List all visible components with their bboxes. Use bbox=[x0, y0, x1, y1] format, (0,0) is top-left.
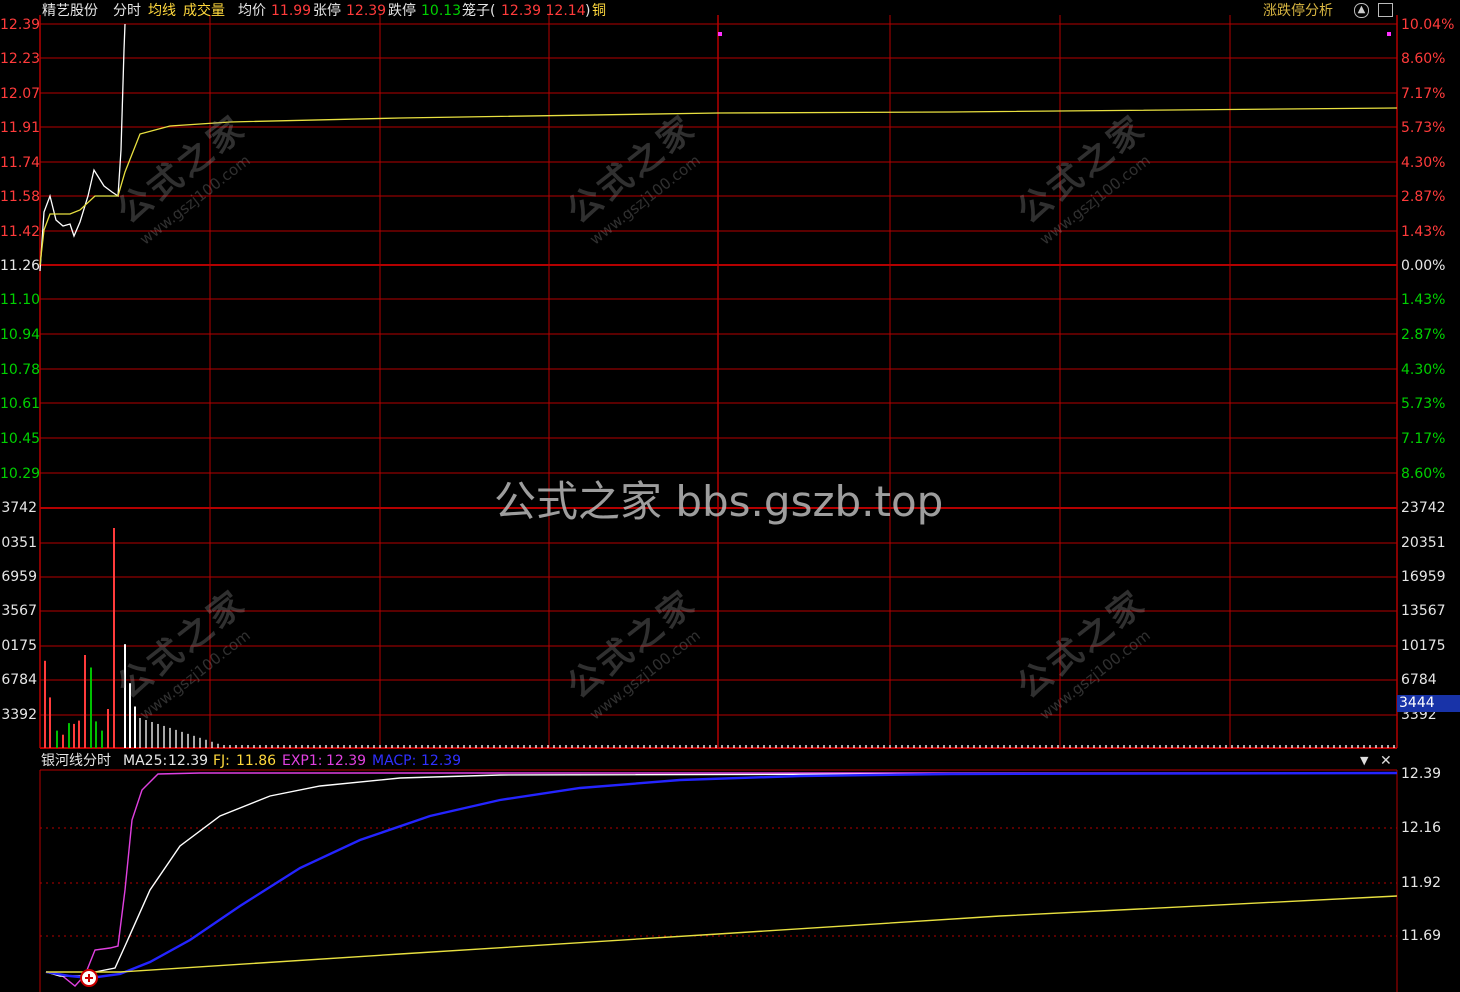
axis-label: 2.87% bbox=[1401, 327, 1446, 343]
cage-label: 笼子( bbox=[462, 3, 496, 19]
axis-label: 11.42 bbox=[0, 224, 41, 240]
axis-label: 4.30% bbox=[1401, 155, 1446, 171]
axis-label: 10.29 bbox=[0, 466, 41, 482]
window-icon[interactable] bbox=[1378, 3, 1393, 17]
avg-value: 11.99 bbox=[271, 3, 312, 19]
down-limit-label: 跌停 bbox=[388, 3, 416, 19]
ma25-value: 12.39 bbox=[168, 753, 209, 769]
start-marker bbox=[80, 969, 98, 987]
axis-label: 3742 bbox=[1, 500, 37, 516]
marker-dot bbox=[1387, 32, 1391, 36]
axis-label: 6784 bbox=[1, 672, 37, 688]
close-icon[interactable]: ✕ bbox=[1380, 752, 1392, 770]
axis-label: 5.73% bbox=[1401, 396, 1446, 412]
center-watermark: 公式之家 bbs.gszb.top bbox=[494, 477, 944, 526]
expand-icon[interactable]: ▲ bbox=[1354, 3, 1369, 18]
axis-label: 7.17% bbox=[1401, 86, 1446, 102]
axis-label: 12.07 bbox=[0, 86, 41, 102]
axis-label: 10.04% bbox=[1401, 17, 1455, 33]
sector-tag: 铜 bbox=[592, 3, 606, 19]
tab-average[interactable]: 均线 bbox=[148, 2, 176, 20]
axis-label: 10.78 bbox=[0, 362, 41, 378]
axis-label: 7.17% bbox=[1401, 431, 1446, 447]
fj-value: 11.86 bbox=[236, 753, 277, 769]
axis-label: 1.43% bbox=[1401, 292, 1446, 308]
up-limit-label: 张停 bbox=[313, 3, 341, 19]
axis-label: 11.10 bbox=[0, 292, 41, 308]
axis-label: 12.39 bbox=[1401, 766, 1442, 782]
ma25-label: MA25: bbox=[123, 753, 168, 769]
axis-label: 1.43% bbox=[1401, 224, 1446, 240]
axis-label: 11.69 bbox=[1401, 928, 1442, 944]
ma25-line bbox=[45, 772, 1398, 977]
axis-label: 11.91 bbox=[0, 120, 41, 136]
axis-label: 0351 bbox=[1, 535, 37, 551]
axis-label: 5.73% bbox=[1401, 120, 1446, 136]
dropdown-icon[interactable]: ▼ bbox=[1360, 752, 1368, 770]
fj-line bbox=[46, 895, 1398, 973]
axis-label: 12.23 bbox=[0, 51, 41, 67]
current-volume-badge: 3444 bbox=[1397, 695, 1460, 712]
indicator-lines bbox=[45, 771, 1398, 987]
macp-value: 12.39 bbox=[421, 753, 462, 769]
axis-label: 4.30% bbox=[1401, 362, 1446, 378]
axis-label: 10175 bbox=[1401, 638, 1446, 654]
down-limit-value: 10.13 bbox=[421, 3, 462, 19]
stock-name: 精艺股份 bbox=[42, 3, 98, 19]
exp1-value: 12.39 bbox=[326, 753, 367, 769]
axis-label: 8.60% bbox=[1401, 51, 1446, 67]
axis-label: 11.92 bbox=[1401, 875, 1442, 891]
chart-header: 精艺股份 分时 均线 成交量 均价 11.99 张停 12.39 跌停 10.1… bbox=[0, 0, 1460, 22]
exp1-label: EXP1: bbox=[282, 753, 323, 769]
tab-time[interactable]: 分时 bbox=[113, 2, 141, 20]
axis-label: 12.16 bbox=[1401, 820, 1442, 836]
axis-label: 10.45 bbox=[0, 431, 41, 447]
axis-label: 13567 bbox=[1401, 603, 1446, 619]
axis-label: 20351 bbox=[1401, 535, 1446, 551]
up-limit-value: 12.39 bbox=[346, 3, 387, 19]
marker-dot bbox=[718, 32, 722, 36]
axis-label: 16959 bbox=[1401, 569, 1446, 585]
tab-volume[interactable]: 成交量 bbox=[183, 2, 225, 20]
axis-label: 0175 bbox=[1, 638, 37, 654]
price-line bbox=[39, 23, 126, 272]
axis-label: 8.60% bbox=[1401, 466, 1446, 482]
cage-value: 12.39 12.14 bbox=[501, 3, 586, 19]
avg-label: 均价 bbox=[238, 3, 266, 19]
axis-label: 6959 bbox=[1, 569, 37, 585]
indicator-name[interactable]: 银河线分时 bbox=[41, 752, 111, 770]
axis-label: 0.00% bbox=[1401, 258, 1446, 274]
axis-label: 10.61 bbox=[0, 396, 41, 412]
axis-label: 3392 bbox=[1, 707, 37, 723]
macp-label: MACP: bbox=[372, 753, 417, 769]
limit-analysis-button[interactable]: 涨跌停分析 bbox=[1263, 2, 1333, 20]
axis-label: 11.74 bbox=[0, 155, 41, 171]
axis-label: 6784 bbox=[1401, 672, 1437, 688]
axis-label: 3567 bbox=[1, 603, 37, 619]
axis-label: 11.58 bbox=[0, 189, 41, 205]
axis-label: 2.87% bbox=[1401, 189, 1446, 205]
axis-label: 12.39 bbox=[0, 17, 41, 33]
cage-close: ) bbox=[585, 3, 591, 19]
axis-label: 23742 bbox=[1401, 500, 1446, 516]
axis-label: 10.94 bbox=[0, 327, 41, 343]
axis-label: 11.26 bbox=[0, 258, 41, 274]
macp-line bbox=[45, 771, 1398, 980]
fj-label: FJ: bbox=[213, 753, 230, 769]
